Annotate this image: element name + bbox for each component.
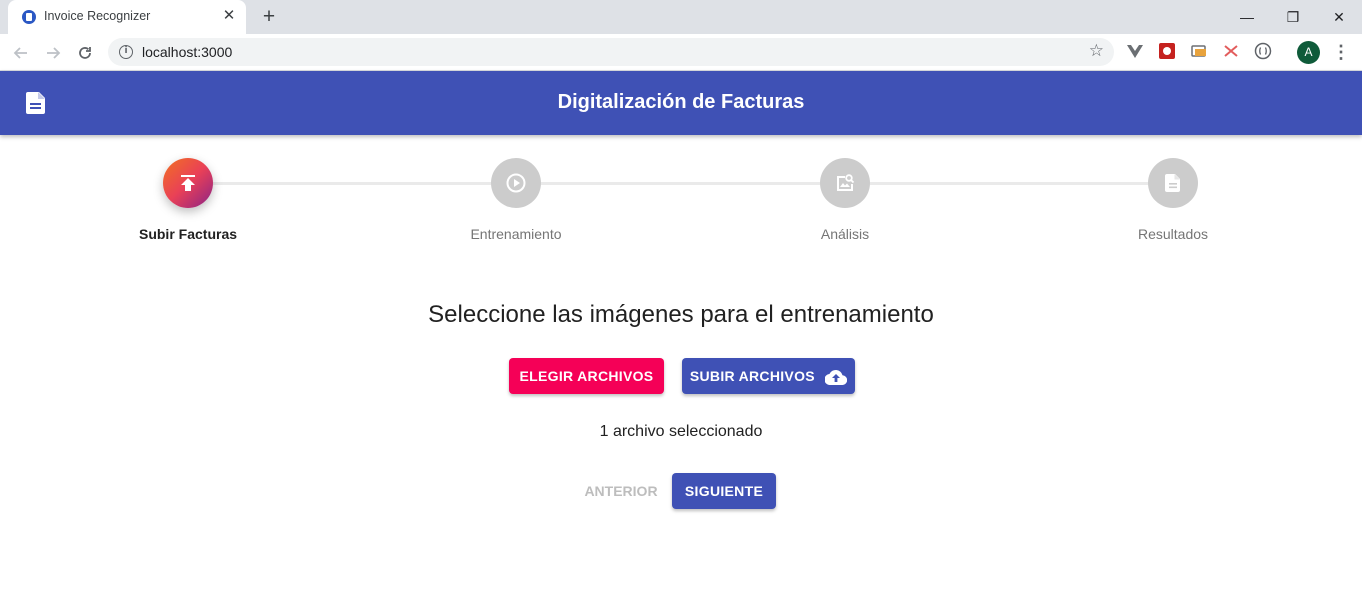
json-extension-icon[interactable] xyxy=(1254,42,1272,60)
url-text: localhost:3000 xyxy=(142,44,233,60)
tab-title: Invoice Recognizer xyxy=(44,9,151,23)
back-icon[interactable] xyxy=(8,40,34,66)
step-circle xyxy=(820,158,870,208)
previous-button[interactable]: ANTERIOR xyxy=(576,473,666,509)
browser-tab-strip: Invoice Recognizer ✕ + — ❐ ✕ xyxy=(0,0,1362,34)
upload-files-label: SUBIR ARCHIVOS xyxy=(689,368,815,384)
step-circle xyxy=(1148,158,1198,208)
browser-menu-icon[interactable]: ⋮ xyxy=(1332,42,1350,62)
forward-icon[interactable] xyxy=(40,40,66,66)
browser-toolbar: i localhost:3000 ☆ A ⋮ xyxy=(0,34,1362,71)
image-search-icon xyxy=(837,174,855,191)
red-extension-icon[interactable] xyxy=(1158,42,1176,60)
address-bar[interactable]: i localhost:3000 ☆ xyxy=(108,38,1114,66)
upload-icon xyxy=(181,175,195,191)
bookmark-star-icon[interactable]: ☆ xyxy=(1089,41,1104,61)
site-info-icon[interactable]: i xyxy=(119,45,133,59)
description-icon xyxy=(1165,174,1180,192)
app-favicon-icon xyxy=(22,10,36,24)
step-label: Resultados xyxy=(1137,226,1209,242)
step-connector xyxy=(541,182,820,185)
step-label: Entrenamiento xyxy=(470,226,562,242)
step-connector xyxy=(870,182,1148,185)
minimize-icon[interactable]: — xyxy=(1224,4,1270,30)
profile-avatar[interactable]: A xyxy=(1297,41,1320,64)
upload-files-button[interactable]: SUBIR ARCHIVOS xyxy=(682,358,855,394)
window-close-icon[interactable]: ✕ xyxy=(1316,4,1362,30)
tab-close-icon[interactable]: ✕ xyxy=(220,7,238,25)
browser-tab[interactable]: Invoice Recognizer ✕ xyxy=(8,0,246,34)
scissors-extension-icon[interactable] xyxy=(1222,42,1240,60)
step-label: Análisis xyxy=(820,226,870,242)
step-circle xyxy=(163,158,213,208)
step-circle xyxy=(491,158,541,208)
restore-icon[interactable]: ❐ xyxy=(1270,4,1316,30)
reload-icon[interactable] xyxy=(72,40,98,66)
step-connector xyxy=(213,182,491,185)
new-tab-button[interactable]: + xyxy=(258,6,280,28)
vue-devtools-extension-icon[interactable] xyxy=(1126,42,1144,60)
next-button[interactable]: SIGUIENTE xyxy=(672,473,776,509)
cast-extension-icon[interactable] xyxy=(1190,42,1208,60)
app-title: Digitalización de Facturas xyxy=(557,91,805,113)
cloud-upload-icon xyxy=(825,370,848,386)
choose-files-button[interactable]: ELEGIR ARCHIVOS xyxy=(509,358,664,394)
play-circle-icon xyxy=(506,173,526,193)
app-bar: Digitalización de Facturas xyxy=(0,71,1362,135)
step-label: Subir Facturas xyxy=(138,226,238,242)
page-title: Seleccione las imágenes para el entrenam… xyxy=(428,301,934,328)
file-status-text: 1 archivo seleccionado xyxy=(599,423,763,440)
